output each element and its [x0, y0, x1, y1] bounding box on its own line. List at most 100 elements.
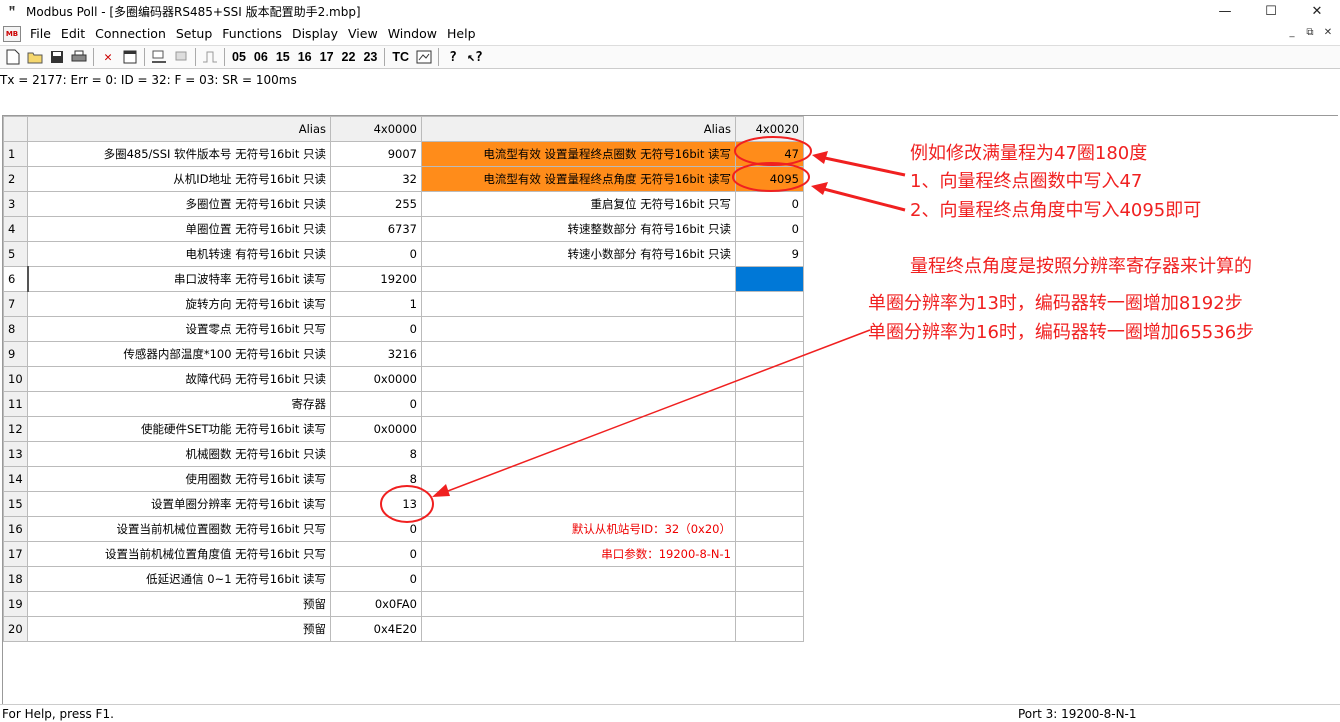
row-number[interactable]: 10 — [3, 366, 28, 392]
alias-cell[interactable]: 重启复位 无符号16bit 只写 — [421, 191, 736, 217]
table-row[interactable]: 9 传感器内部温度*100 无符号16bit 只读 3216 — [3, 341, 804, 367]
table-row[interactable]: 8 设置零点 无符号16bit 只写 0 — [3, 316, 804, 342]
value-cell[interactable] — [735, 441, 804, 467]
alias-cell[interactable]: 多圈位置 无符号16bit 只读 — [27, 191, 331, 217]
value-cell[interactable]: 6737 — [330, 216, 422, 242]
alias-cell[interactable] — [421, 266, 736, 292]
row-number[interactable]: 17 — [3, 541, 28, 567]
table-row[interactable]: 12 使能硬件SET功能 无符号16bit 读写 0x0000 — [3, 416, 804, 442]
menu-help[interactable]: Help — [442, 26, 481, 41]
value-cell[interactable]: 0x0000 — [330, 366, 422, 392]
row-number[interactable]: 20 — [3, 616, 28, 642]
row-number[interactable]: 7 — [3, 291, 28, 317]
value-cell[interactable] — [735, 466, 804, 492]
row-number[interactable]: 2 — [3, 166, 28, 192]
row-number[interactable]: 14 — [3, 466, 28, 492]
disconnect-icon[interactable] — [170, 47, 192, 67]
table-row[interactable]: 19 预留 0x0FA0 — [3, 591, 804, 617]
function-17-button[interactable]: 17 — [316, 47, 338, 67]
alias-cell[interactable]: 电机转速 有符号16bit 只读 — [27, 241, 331, 267]
row-number[interactable]: 8 — [3, 316, 28, 342]
row-number[interactable]: 13 — [3, 441, 28, 467]
save-icon[interactable] — [46, 47, 68, 67]
table-row[interactable]: 1 多圈485/SSI 软件版本号 无符号16bit 只读 9007 电流型有效 设置… — [3, 141, 804, 167]
table-row[interactable]: 15 设置单圈分辨率 无符号16bit 读写 13 — [3, 491, 804, 517]
value-cell[interactable]: 0 — [735, 191, 804, 217]
value-cell[interactable]: 13 — [330, 491, 422, 517]
context-help-icon[interactable]: ↖? — [464, 47, 486, 67]
alias-cell[interactable] — [421, 491, 736, 517]
alias-cell[interactable] — [421, 341, 736, 367]
value-cell[interactable]: 0 — [330, 316, 422, 342]
value-cell[interactable]: 9 — [735, 241, 804, 267]
menu-setup[interactable]: Setup — [171, 26, 217, 41]
value-cell[interactable]: 0 — [330, 541, 422, 567]
alias-cell[interactable]: 设置当前机械位置角度值 无符号16bit 只写 — [27, 541, 331, 567]
value-cell[interactable] — [735, 616, 804, 642]
value-cell[interactable] — [735, 516, 804, 542]
mdi-close-button[interactable]: ✕ — [1320, 25, 1336, 41]
value-cell[interactable]: 9007 — [330, 141, 422, 167]
table-row[interactable]: 18 低延迟通信 0~1 无符号16bit 读写 0 — [3, 566, 804, 592]
value-cell[interactable] — [735, 391, 804, 417]
alias-cell[interactable]: 设置单圈分辨率 无符号16bit 读写 — [27, 491, 331, 517]
value-cell[interactable]: 0 — [330, 566, 422, 592]
value-cell[interactable] — [735, 566, 804, 592]
value-cell[interactable] — [735, 541, 804, 567]
value-cell[interactable] — [735, 366, 804, 392]
new-file-icon[interactable] — [2, 47, 24, 67]
alias-cell[interactable]: 使能硬件SET功能 无符号16bit 读写 — [27, 416, 331, 442]
alias-cell[interactable] — [421, 566, 736, 592]
open-folder-icon[interactable] — [24, 47, 46, 67]
value-cell[interactable] — [735, 416, 804, 442]
value-cell[interactable]: 4095 — [735, 166, 804, 192]
table-row[interactable]: 14 使用圈数 无符号16bit 读写 8 — [3, 466, 804, 492]
value-cell[interactable]: 0 — [330, 516, 422, 542]
menu-window[interactable]: Window — [383, 26, 442, 41]
alias-cell[interactable] — [421, 466, 736, 492]
table-row[interactable]: 10 故障代码 无符号16bit 只读 0x0000 — [3, 366, 804, 392]
alias-cell[interactable]: 串口波特率 无符号16bit 读写 — [27, 266, 331, 292]
row-number[interactable]: 12 — [3, 416, 28, 442]
minimize-button[interactable]: — — [1202, 0, 1248, 22]
value-cell[interactable] — [735, 266, 804, 292]
row-number[interactable]: 3 — [3, 191, 28, 217]
alias-cell[interactable]: 默认从机站号ID：32（0x20） — [421, 516, 736, 542]
menu-edit[interactable]: Edit — [56, 26, 90, 41]
value-cell[interactable]: 1 — [330, 291, 422, 317]
alias-cell[interactable]: 从机ID地址 无符号16bit 只读 — [27, 166, 331, 192]
menu-view[interactable]: View — [343, 26, 383, 41]
row-number[interactable]: 5 — [3, 241, 28, 267]
address-header[interactable]: 4x0000 — [330, 116, 422, 142]
value-cell[interactable]: 32 — [330, 166, 422, 192]
menu-connection[interactable]: Connection — [90, 26, 171, 41]
value-cell[interactable]: 0 — [330, 241, 422, 267]
value-cell[interactable]: 255 — [330, 191, 422, 217]
value-cell[interactable]: 47 — [735, 141, 804, 167]
alias-cell[interactable] — [421, 591, 736, 617]
table-row[interactable]: 6 串口波特率 无符号16bit 读写 19200 — [3, 266, 804, 292]
alias-cell[interactable]: 电流型有效 设置量程终点角度 无符号16bit 读写 — [421, 166, 736, 192]
value-cell[interactable]: 0x0FA0 — [330, 591, 422, 617]
maximize-button[interactable]: ☐ — [1248, 0, 1294, 22]
function-15-button[interactable]: 15 — [272, 47, 294, 67]
alias-header[interactable]: Alias — [421, 116, 736, 142]
help-icon[interactable]: ? — [442, 47, 464, 67]
row-number[interactable]: 19 — [3, 591, 28, 617]
function-06-button[interactable]: 06 — [250, 47, 272, 67]
value-cell[interactable] — [735, 491, 804, 517]
value-cell[interactable] — [735, 291, 804, 317]
print-icon[interactable] — [68, 47, 90, 67]
value-cell[interactable]: 3216 — [330, 341, 422, 367]
close-button[interactable]: ✕ — [1294, 0, 1340, 22]
value-cell[interactable]: 8 — [330, 441, 422, 467]
alias-cell[interactable]: 单圈位置 无符号16bit 只读 — [27, 216, 331, 242]
table-row[interactable]: 5 电机转速 有符号16bit 只读 0 转速小数部分 有符号16bit 只读 9 — [3, 241, 804, 267]
address-header[interactable]: 4x0020 — [735, 116, 804, 142]
traffic-button[interactable]: TC — [388, 47, 413, 67]
window-icon[interactable] — [119, 47, 141, 67]
alias-cell[interactable]: 设置零点 无符号16bit 只写 — [27, 316, 331, 342]
function-05-button[interactable]: 05 — [228, 47, 250, 67]
alias-cell[interactable]: 预留 — [27, 616, 331, 642]
connect-icon[interactable] — [148, 47, 170, 67]
